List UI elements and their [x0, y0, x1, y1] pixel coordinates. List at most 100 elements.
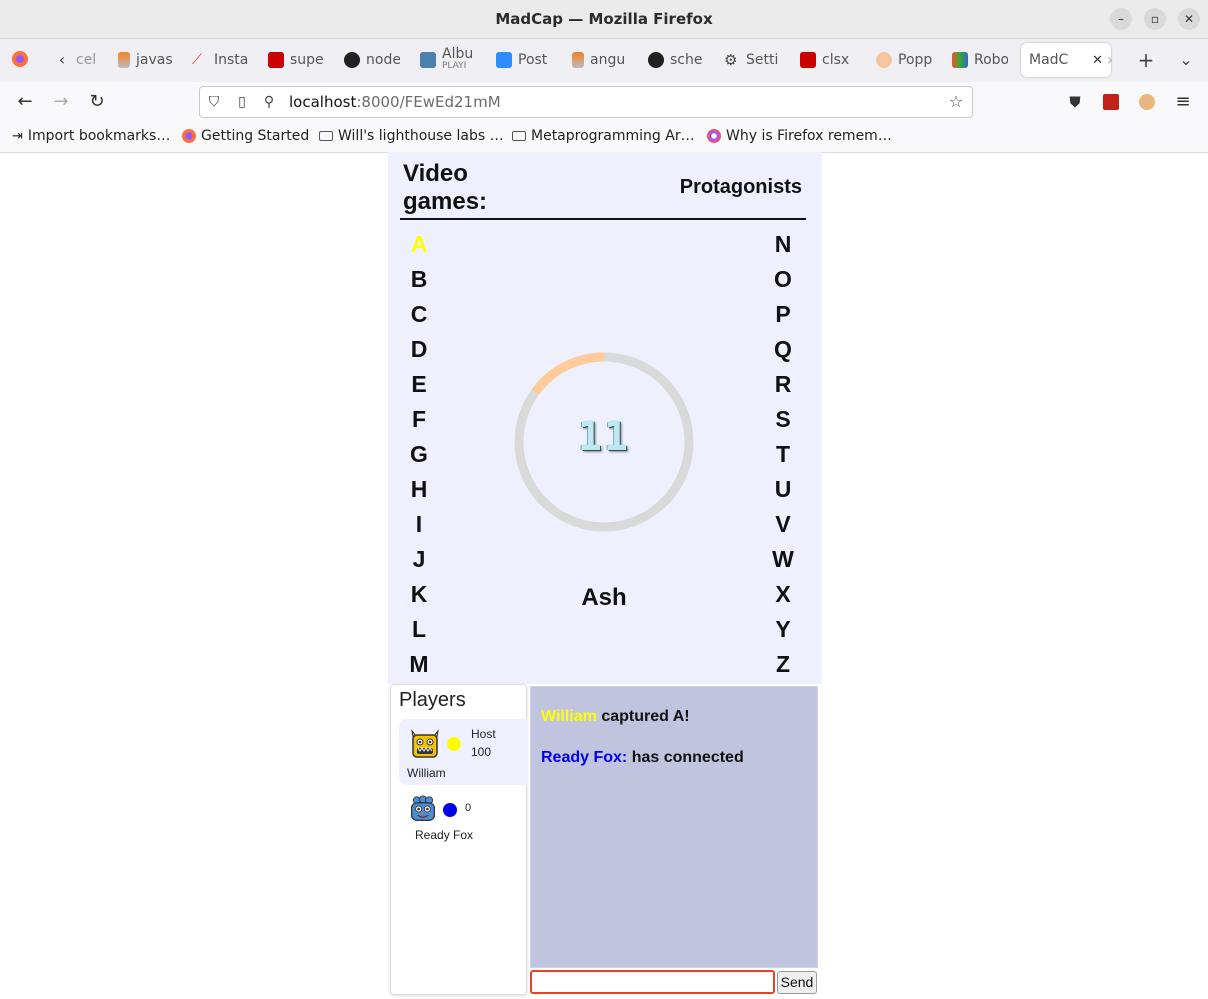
- album-icon: [420, 52, 436, 68]
- robo-icon: [952, 52, 968, 68]
- npm-icon: [268, 52, 284, 68]
- firefox-icon: [707, 129, 721, 143]
- tab-node[interactable]: node: [344, 45, 400, 75]
- chat-message-text: captured A!: [596, 708, 690, 725]
- reload-icon[interactable]: ↻: [85, 90, 109, 114]
- tab-settings[interactable]: ⚙ Setti: [724, 45, 780, 75]
- permissions-icon[interactable]: ⚲: [261, 94, 277, 110]
- tab-insta[interactable]: ⟋ Insta: [192, 45, 248, 75]
- tab-cel[interactable]: cel: [76, 45, 102, 75]
- tab-post[interactable]: Post: [496, 45, 552, 75]
- minimize-button[interactable]: –: [1110, 8, 1132, 30]
- tabs-scroll-right-icon[interactable]: ›: [1100, 50, 1120, 69]
- account-avatar-icon[interactable]: [1135, 90, 1159, 114]
- tab-label: cel: [76, 52, 97, 68]
- player-card[interactable]: Host 100 William: [399, 719, 527, 785]
- bookmark-label: Metaprogramming Ar…: [531, 128, 695, 144]
- tab-robo[interactable]: Robo: [952, 45, 1008, 75]
- tab-clsx[interactable]: clsx: [800, 45, 856, 75]
- close-window-button[interactable]: ✕: [1178, 8, 1200, 30]
- bookmark-star-icon[interactable]: ☆: [948, 94, 964, 110]
- tab-supe[interactable]: supe: [268, 45, 324, 75]
- chat-input[interactable]: [530, 970, 775, 994]
- shield-icon[interactable]: ⛉: [206, 94, 222, 110]
- pocket-icon[interactable]: ⛊: [1063, 90, 1087, 114]
- tab-javas[interactable]: javas: [118, 45, 174, 75]
- bookmark-getting-started[interactable]: Getting Started: [182, 128, 309, 144]
- back-arrow-icon[interactable]: ←: [13, 90, 37, 114]
- tab-label: Setti: [746, 52, 779, 68]
- tab-label: MadC: [1029, 52, 1069, 68]
- window-title: MadCap — Mozilla Firefox: [495, 10, 713, 28]
- tab-albu[interactable]: Albu PLAYI: [420, 45, 478, 75]
- tab-strip: ‹ cel javas ⟋ Insta supe node Albu PLAYI…: [0, 39, 1208, 82]
- github-icon: [648, 52, 664, 68]
- folder-icon: [512, 131, 526, 141]
- url-path: :8000/FEwEd21mM: [356, 93, 501, 111]
- letter-v: V: [775, 511, 791, 537]
- zoom-icon: [496, 52, 512, 68]
- tab-label: Post: [518, 52, 548, 68]
- timer-countdown: 11: [577, 414, 631, 460]
- letter-b: B: [410, 266, 428, 292]
- tab-popp[interactable]: Popp: [876, 45, 932, 75]
- players-panel: Players Host 100 William 0 Ready Fox: [390, 684, 527, 995]
- url-bar[interactable]: ⛉ ▯ ⚲ localhost:8000/FEwEd21mM ☆: [199, 86, 973, 118]
- tab-label: Popp: [898, 52, 932, 68]
- chat-log: William captured A! Ready Fox: has conne…: [530, 686, 818, 968]
- stackoverflow-icon: [572, 52, 584, 68]
- restore-button[interactable]: ▫: [1144, 8, 1166, 30]
- bookmark-folder-lighthouse[interactable]: Will's lighthouse labs …: [319, 128, 504, 144]
- bookmark-label: Getting Started: [201, 128, 310, 144]
- forward-arrow-icon[interactable]: →: [49, 90, 73, 114]
- extension-red-icon[interactable]: [1099, 90, 1123, 114]
- letter-m: M: [409, 651, 429, 677]
- menu-hamburger-icon[interactable]: ≡: [1171, 90, 1195, 114]
- letter-h: H: [410, 476, 428, 502]
- tab-label: Insta: [214, 52, 248, 68]
- tabs-scroll-left-icon[interactable]: ‹: [52, 50, 72, 69]
- tab-angu[interactable]: angu: [572, 45, 628, 75]
- letter-r: R: [774, 371, 792, 397]
- tab-label: javas: [136, 52, 173, 68]
- url-host: localhost: [289, 93, 357, 111]
- insta-icon: ⟋: [192, 52, 202, 68]
- player-score: 100: [471, 745, 492, 759]
- tab-madcap[interactable]: MadC ✕: [1021, 43, 1111, 77]
- letter-i: I: [415, 511, 423, 537]
- bookmark-why-firefox[interactable]: Why is Firefox remem…: [707, 128, 892, 144]
- chat-message-sender: Ready Fox:: [541, 749, 628, 766]
- letter-f: F: [411, 406, 427, 432]
- bookmark-label: Will's lighthouse labs …: [338, 128, 504, 144]
- tab-label: Albu: [442, 46, 474, 62]
- send-button[interactable]: Send: [777, 971, 817, 994]
- url-text[interactable]: localhost:8000/FEwEd21mM: [289, 93, 501, 111]
- player-name: Ready Fox: [415, 828, 474, 842]
- navigation-toolbar: ← → ↻ ⛉ ▯ ⚲ localhost:8000/FEwEd21mM ☆ ⛊…: [0, 82, 1208, 122]
- folder-icon: [319, 131, 333, 141]
- tab-sche[interactable]: sche: [648, 45, 704, 75]
- bookmark-folder-metaprogramming[interactable]: Metaprogramming Ar…: [512, 128, 695, 144]
- player-score: 0: [465, 802, 472, 814]
- letter-n: N: [774, 231, 792, 257]
- tab-label: clsx: [822, 52, 850, 68]
- player-card[interactable]: 0 Ready Fox: [399, 793, 527, 849]
- chat-message: William captured A!: [541, 708, 690, 726]
- game-board: Video games: Protagonists ABCDEFGHIJKLM …: [388, 152, 822, 684]
- letter-z: Z: [775, 651, 791, 677]
- bookmark-import[interactable]: ⇥ Import bookmarks…: [12, 128, 170, 144]
- letter-t: T: [775, 441, 791, 467]
- letter-c: C: [410, 301, 428, 327]
- bookmark-label: Import bookmarks…: [27, 128, 171, 144]
- list-tabs-chevron-down-icon[interactable]: ⌄: [1176, 50, 1196, 69]
- tab-label: supe: [290, 52, 324, 68]
- tab-label: node: [366, 52, 400, 68]
- new-tab-icon[interactable]: +: [1136, 48, 1156, 72]
- stackoverflow-icon: [118, 52, 130, 68]
- bookmarks-toolbar: ⇥ Import bookmarks… Getting Started Will…: [0, 122, 1208, 153]
- letter-g: G: [410, 441, 428, 467]
- letter-x: X: [775, 581, 791, 607]
- firefox-icon: [182, 129, 196, 143]
- npm-icon: [800, 52, 816, 68]
- firefox-view-icon[interactable]: [10, 50, 30, 72]
